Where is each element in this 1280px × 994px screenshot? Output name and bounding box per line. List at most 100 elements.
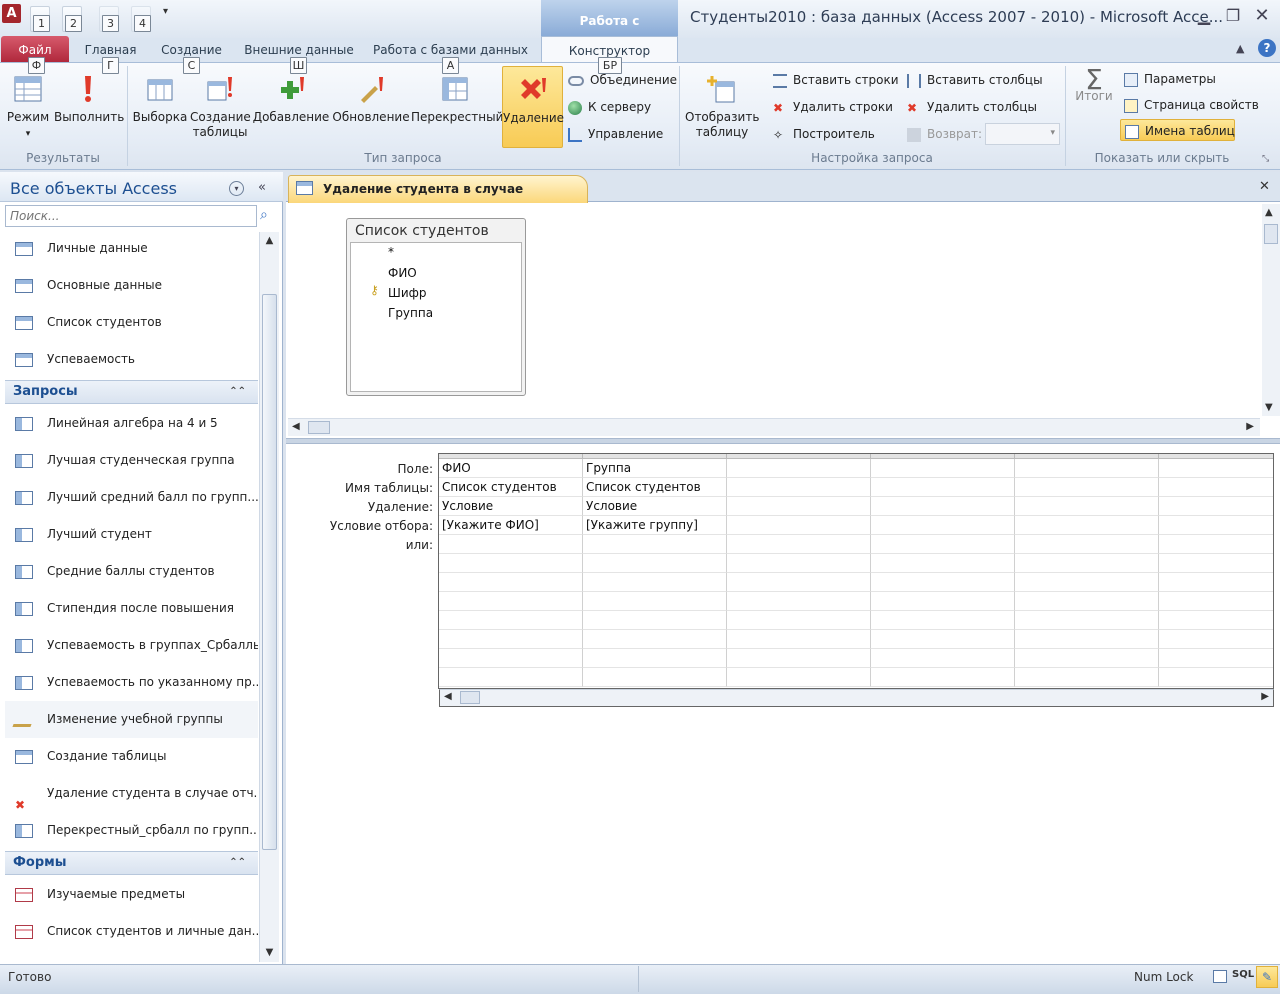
grid-cell[interactable] [1159, 611, 1273, 630]
nav-menu-icon[interactable]: ▾ [229, 181, 244, 196]
make-table-query-button[interactable]: Создание таблицы [189, 66, 251, 148]
grid-cell[interactable] [1159, 668, 1273, 687]
grid-cell[interactable] [439, 554, 583, 573]
grid-cell[interactable] [583, 611, 727, 630]
grid-cell[interactable] [1159, 592, 1273, 611]
grid-cell[interactable] [1159, 516, 1273, 535]
grid-cell[interactable] [583, 535, 727, 554]
grid-cell[interactable] [1015, 668, 1159, 687]
grid-cell[interactable] [727, 516, 871, 535]
help-icon[interactable]: ? [1258, 39, 1276, 57]
scroll-left-icon[interactable]: ◀ [444, 691, 452, 702]
nav-search-input[interactable] [5, 205, 257, 227]
totals-button[interactable]: Σ Итоги [1070, 66, 1118, 148]
grid-cell[interactable] [439, 668, 583, 687]
grid-cell[interactable] [1015, 459, 1159, 478]
grid-cell[interactable] [727, 554, 871, 573]
close-icon[interactable]: ✕ [1250, 4, 1274, 28]
grid-cell[interactable] [583, 630, 727, 649]
nav-query-item[interactable]: Изменение учебной группы [5, 701, 258, 738]
nav-query-item[interactable]: Линейная алгебра на 4 и 5 [5, 405, 258, 442]
collapse-section-icon[interactable]: ⌃⌃ [229, 852, 246, 874]
nav-title[interactable]: Все объекты Access [10, 179, 177, 198]
minimize-icon[interactable]: ▁ [1192, 4, 1216, 28]
grid-cell[interactable] [871, 516, 1015, 535]
grid-cell[interactable] [727, 497, 871, 516]
sql-view-icon[interactable]: SQL [1232, 969, 1254, 980]
union-query-button[interactable]: Объединение [568, 69, 677, 91]
document-tab[interactable]: Удаление студента в случае отчисления [288, 175, 588, 222]
nav-query-item[interactable]: Стипендия после повышения [5, 590, 258, 627]
grid-cell[interactable] [871, 592, 1015, 611]
dialog-launcher-icon[interactable]: ⤡ [1262, 154, 1269, 164]
grid-cell[interactable] [439, 573, 583, 592]
delete-columns-button[interactable]: ✖ Удалить столбцы [907, 96, 1037, 118]
scroll-down-icon[interactable]: ▼ [1265, 402, 1273, 413]
field-all[interactable]: * [388, 245, 394, 259]
crosstab-query-button[interactable]: Перекрестный [411, 66, 503, 148]
qat-dropdown-icon[interactable]: ▾ [163, 6, 168, 17]
upper-hscroll-thumb[interactable] [308, 421, 330, 434]
grid-cell[interactable] [1015, 535, 1159, 554]
upper-horizontal-scrollbar[interactable]: ◀ ▶ [288, 418, 1260, 436]
grid-cell[interactable] [871, 554, 1015, 573]
grid-cell[interactable] [871, 535, 1015, 554]
grid-cell[interactable]: Список студентов [439, 478, 583, 497]
grid-cell[interactable] [1159, 459, 1273, 478]
grid-cell[interactable] [1159, 630, 1273, 649]
insert-columns-button[interactable]: Вставить столбцы [907, 69, 1043, 91]
document-close-icon[interactable]: ✕ [1259, 179, 1270, 194]
delete-query-button[interactable]: Удаление [502, 66, 564, 148]
grid-cell[interactable] [727, 535, 871, 554]
field-fio[interactable]: ФИО [388, 266, 417, 280]
grid-cell[interactable]: Условие [583, 497, 727, 516]
pane-splitter[interactable] [286, 438, 1280, 444]
grid-hscroll-thumb[interactable] [460, 691, 480, 704]
grid-cell[interactable] [727, 459, 871, 478]
grid-cell[interactable] [1159, 478, 1273, 497]
grid-cell[interactable]: Список студентов [583, 478, 727, 497]
nav-form-item[interactable]: Изучаемые предметы [5, 876, 258, 913]
collapse-section-icon[interactable]: ⌃⌃ [229, 381, 246, 403]
nav-query-item[interactable]: Средние баллы студентов [5, 553, 258, 590]
nav-collapse-icon[interactable]: « [258, 180, 266, 195]
grid-cell[interactable] [1015, 611, 1159, 630]
nav-form-item[interactable]: Список студентов и успеваемость [5, 950, 258, 962]
scroll-up-icon[interactable]: ▲ [261, 232, 278, 250]
restore-icon[interactable]: ❐ [1221, 4, 1245, 28]
grid-cell[interactable] [439, 592, 583, 611]
grid-cell[interactable] [727, 668, 871, 687]
grid-cell[interactable] [583, 649, 727, 668]
append-query-button[interactable]: Добавление [252, 66, 330, 148]
nav-table-item[interactable]: Успеваемость [5, 341, 258, 378]
delete-rows-button[interactable]: ✖ Удалить строки [773, 96, 893, 118]
nav-table-item[interactable]: Список студентов [5, 304, 258, 341]
grid-cell[interactable] [1159, 554, 1273, 573]
grid-cell[interactable]: Группа [583, 459, 727, 478]
access-app-icon[interactable]: A [2, 4, 21, 23]
grid-cell[interactable] [727, 611, 871, 630]
grid-cell[interactable] [727, 592, 871, 611]
ribbon-minimize-icon[interactable]: ▲ [1236, 42, 1244, 55]
pass-through-button[interactable]: К серверу [568, 96, 651, 118]
nav-scrollbar[interactable]: ▲ ▼ [259, 232, 279, 962]
grid-cell[interactable] [1015, 630, 1159, 649]
grid-cell[interactable] [1015, 554, 1159, 573]
nav-query-item[interactable]: Успеваемость в группах_Србаллы [5, 627, 258, 664]
nav-query-item[interactable]: Лучший студент [5, 516, 258, 553]
grid-cell[interactable] [871, 478, 1015, 497]
grid-cell[interactable]: ФИО [439, 459, 583, 478]
grid-horizontal-scrollbar[interactable]: ◀ ▶ [439, 689, 1274, 707]
grid-cell[interactable] [583, 592, 727, 611]
upper-vscroll-thumb[interactable] [1264, 224, 1278, 244]
nav-query-item[interactable]: Лучший средний балл по групп... [5, 479, 258, 516]
grid-cell[interactable] [871, 573, 1015, 592]
nav-form-item[interactable]: Список студентов и личные дан... [5, 913, 258, 950]
grid-cell[interactable] [871, 668, 1015, 687]
grid-cell[interactable] [727, 478, 871, 497]
grid-cell[interactable] [583, 668, 727, 687]
scroll-up-icon[interactable]: ▲ [1265, 207, 1273, 218]
upper-vertical-scrollbar[interactable]: ▲ ▼ [1262, 204, 1280, 416]
grid-cell[interactable] [871, 630, 1015, 649]
field-group[interactable]: Группа [388, 306, 433, 320]
